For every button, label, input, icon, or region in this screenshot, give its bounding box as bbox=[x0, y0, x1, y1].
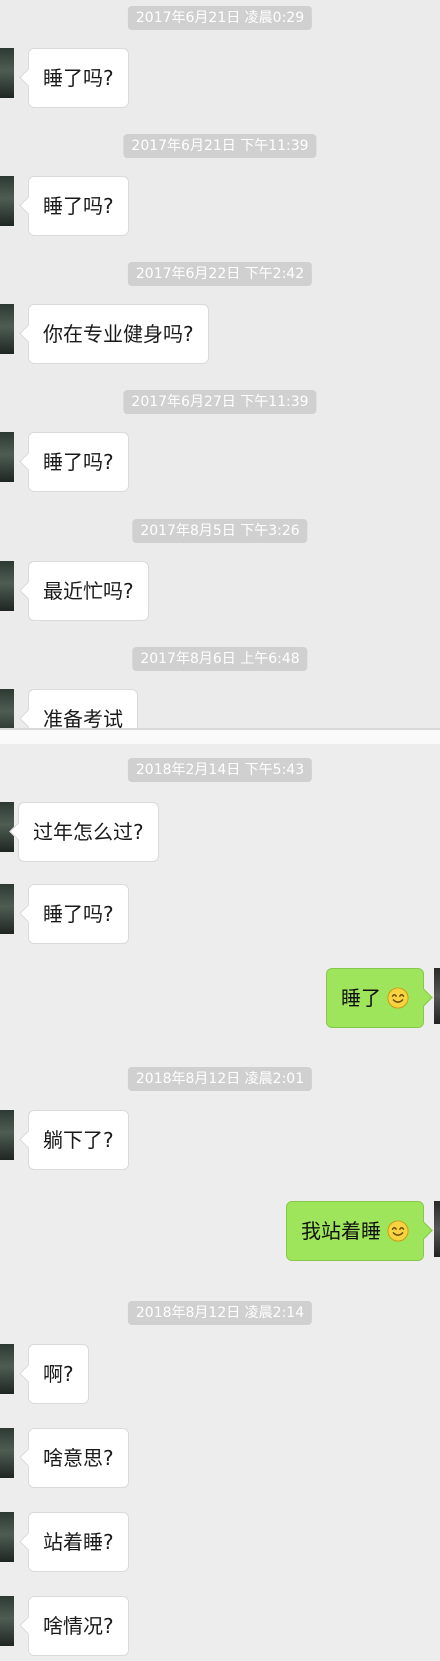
smile-emoji-icon bbox=[387, 1219, 409, 1242]
avatar[interactable] bbox=[0, 1512, 14, 1562]
avatar[interactable] bbox=[0, 689, 14, 728]
avatar[interactable] bbox=[0, 561, 14, 611]
chat-screenshot-2018: 2018年2月14日 下午5:43 过年怎么过? 睡了吗? 睡了 2018年8月… bbox=[0, 744, 440, 1661]
message-bubble[interactable]: 啥意思? bbox=[28, 1428, 129, 1488]
message-bubble[interactable]: 睡了吗? bbox=[28, 432, 129, 492]
message-bubble[interactable]: 睡了吗? bbox=[28, 48, 129, 108]
avatar[interactable] bbox=[0, 884, 14, 934]
reply-bubble[interactable]: 我站着睡 bbox=[286, 1201, 424, 1261]
timestamp: 2017年6月21日 凌晨0:29 bbox=[127, 6, 313, 30]
timestamp: 2018年8月12日 凌晨2:01 bbox=[127, 1067, 313, 1091]
reply-bubble[interactable]: 睡了 bbox=[326, 968, 424, 1028]
timestamp: 2017年8月5日 下午3:26 bbox=[132, 519, 308, 543]
message-bubble[interactable]: 最近忙吗? bbox=[28, 561, 149, 621]
message-bubble[interactable]: 啊? bbox=[28, 1344, 89, 1404]
timestamp: 2017年6月22日 下午2:42 bbox=[127, 262, 313, 286]
message-bubble[interactable]: 睡了吗? bbox=[28, 884, 129, 944]
reply-text: 我站着睡 bbox=[301, 1219, 381, 1243]
avatar[interactable] bbox=[0, 48, 14, 98]
timestamp: 2017年6月27日 下午11:39 bbox=[123, 390, 317, 414]
avatar[interactable] bbox=[0, 1596, 14, 1646]
avatar[interactable] bbox=[434, 968, 440, 1024]
avatar[interactable] bbox=[0, 1428, 14, 1478]
avatar[interactable] bbox=[0, 1110, 14, 1160]
timestamp: 2018年8月12日 凌晨2:14 bbox=[127, 1301, 313, 1325]
message-bubble[interactable]: 躺下了? bbox=[28, 1110, 129, 1170]
avatar[interactable] bbox=[434, 1201, 440, 1257]
message-bubble[interactable]: 站着睡? bbox=[28, 1512, 129, 1572]
avatar[interactable] bbox=[0, 1344, 14, 1394]
timestamp: 2017年8月6日 上午6:48 bbox=[132, 647, 308, 671]
timestamp: 2017年6月21日 下午11:39 bbox=[123, 134, 317, 158]
message-bubble[interactable]: 准备考试 bbox=[28, 689, 138, 728]
reply-text: 睡了 bbox=[341, 986, 381, 1010]
message-bubble[interactable]: 睡了吗? bbox=[28, 176, 129, 236]
message-bubble[interactable]: 你在专业健身吗? bbox=[28, 304, 209, 364]
smile-emoji-icon bbox=[387, 986, 409, 1009]
avatar[interactable] bbox=[0, 432, 14, 482]
screenshot-divider bbox=[0, 728, 440, 744]
timestamp: 2018年2月14日 下午5:43 bbox=[127, 758, 313, 782]
chat-screenshot-2017: 2017年6月21日 凌晨0:29 睡了吗? 2017年6月21日 下午11:3… bbox=[0, 0, 440, 728]
message-bubble[interactable]: 啥情况? bbox=[28, 1596, 129, 1656]
message-bubble[interactable]: 过年怎么过? bbox=[18, 802, 159, 862]
avatar[interactable] bbox=[0, 176, 14, 226]
avatar[interactable] bbox=[0, 304, 14, 354]
